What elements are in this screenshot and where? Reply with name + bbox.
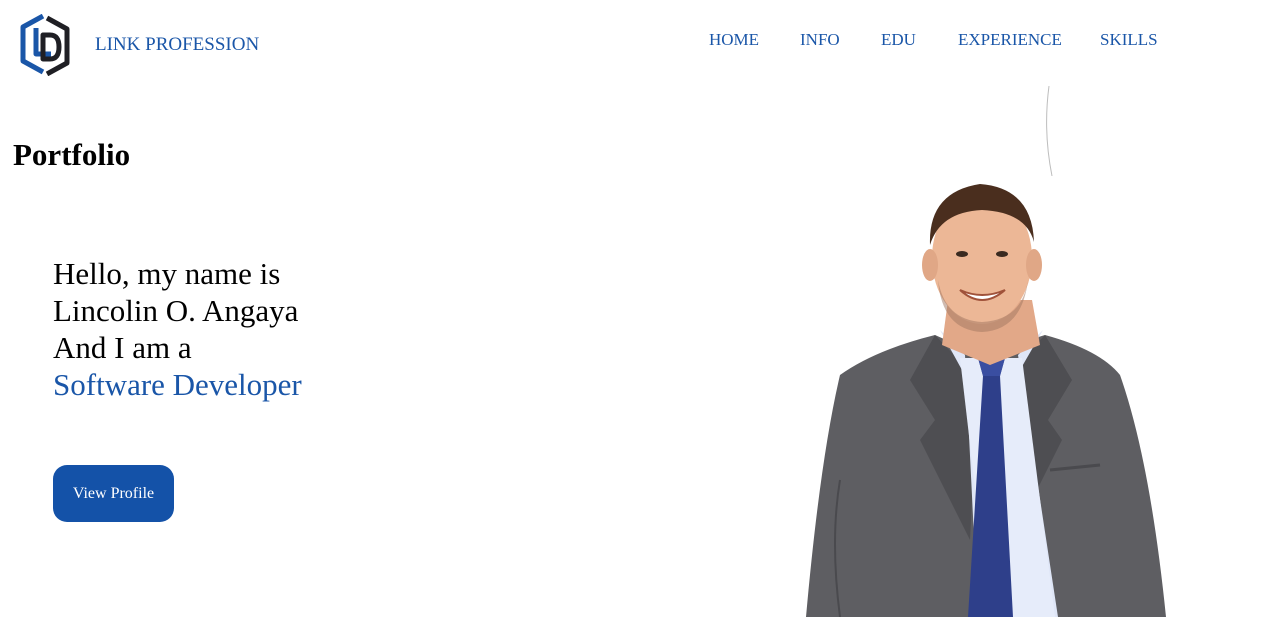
intro-lead: And I am a xyxy=(53,330,192,365)
intro-name: Lincolin O. Angaya xyxy=(53,293,299,328)
nav-item-experience[interactable]: EXPERIENCE xyxy=(958,30,1062,50)
nav-item-info[interactable]: INFO xyxy=(800,30,840,50)
nav-item-home[interactable]: HOME xyxy=(709,30,759,50)
intro-role: Software Developer xyxy=(53,367,302,402)
intro-text: Hello, my name is Lincolin O. Angaya And… xyxy=(53,255,302,403)
view-profile-button[interactable]: View Profile xyxy=(53,465,174,522)
site-header: LINK PROFESSION HOME INFO EDU EXPERIENCE… xyxy=(0,0,1273,86)
nav-item-skills[interactable]: SKILLS xyxy=(1100,30,1158,50)
decorative-arc xyxy=(1046,86,1053,176)
intro-greeting: Hello, my name is xyxy=(53,256,281,291)
profile-photo xyxy=(806,184,1166,617)
page-title: Portfolio xyxy=(13,137,131,172)
nav-item-edu[interactable]: EDU xyxy=(881,30,916,50)
main-nav: HOME INFO EDU EXPERIENCE SKILLS xyxy=(0,30,1273,52)
